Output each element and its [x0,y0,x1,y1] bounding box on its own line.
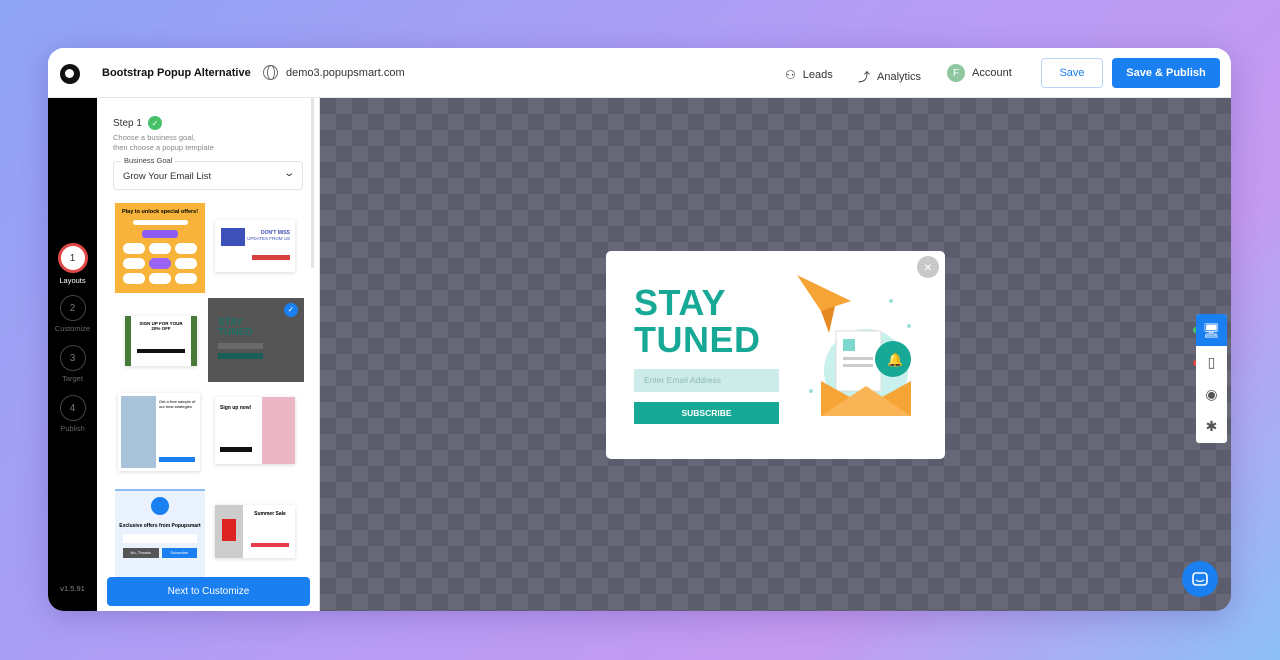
desc-line: then choose a popup template [113,143,214,152]
debug-bug-icon[interactable]: ✱ [1196,410,1227,442]
template-card[interactable]: Get a free sample of our best strategies [118,393,200,471]
step-target[interactable]: 3 Target [48,345,97,383]
scrollbar[interactable] [311,98,314,268]
step-title: Step 1 [113,117,142,129]
device-toolbar: 🖥 ▯ ◉ ✱ [1196,314,1227,443]
chat-icon [1192,572,1208,586]
desc-line: Choose a business goal, [113,133,196,142]
template-subtitle: UPDATES FROM US [247,236,290,241]
template-title: Summer Sale [254,511,286,517]
app-window: Bootstrap Popup Alternative demo3.popups… [48,48,1231,611]
header: Bootstrap Popup Alternative demo3.popups… [48,48,1231,98]
template-card[interactable]: SIGN UP FOR YOUR 20% OFF [125,316,197,366]
template-title: Exclusive offers from Popupsmart [119,523,201,529]
version: v1.5.91 [60,584,85,593]
step-label: Customize [54,324,91,333]
step-number: 1 [57,243,88,273]
check-icon: ✓ [147,116,162,130]
preview-eye-icon[interactable]: ◉ [1196,378,1227,410]
template-title: Get a free sample of our best strategies [159,399,196,409]
headline-line: TUNED [634,319,761,360]
save-button[interactable]: Save [1041,58,1103,88]
popupsmart-logo[interactable] [60,64,80,84]
template-btn: Subscribe [161,548,197,558]
leads-icon: ⚇ [785,68,796,82]
template-card[interactable]: Summer Sale [215,505,295,558]
template-card[interactable]: DON'T MISS UPDATES FROM US [215,220,295,272]
account-link[interactable]: F Account [947,64,1012,82]
step-layouts[interactable]: 1 Layouts [48,243,97,285]
chevron-down-icon: ⌄ [282,168,295,179]
steps-sidebar: 1 Layouts 2 Customize 3 Target 4 Publish v1.… [48,98,97,611]
step-customize[interactable]: 2 Customize [48,295,97,333]
subscribe-button[interactable]: SUBSCRIBE [634,402,779,424]
avatar: F [947,64,965,82]
campaign-title: Bootstrap Popup Alternative [102,67,251,79]
leads-link[interactable]: ⚇ Leads [785,68,833,82]
business-goal-select[interactable]: Business Goal Grow Your Email List ⌄ [113,156,303,190]
popup-headline: STAY TUNED [634,284,761,358]
step-number: 2 [59,295,86,321]
select-label: Business Goal [121,156,176,165]
next-to-customize-button[interactable]: Next to Customize [107,577,310,606]
step-heading: Step 1 ✓ [113,116,162,130]
template-card[interactable]: Exclusive offers from Popupsmart No, Tha… [115,489,205,577]
svg-text:🔔: 🔔 [887,352,903,367]
chat-button[interactable] [1182,561,1218,597]
template-title: Sign up now! [220,405,252,411]
step-label: Layouts [59,276,86,285]
website-domain[interactable]: demo3.popupsmart.com [286,67,405,79]
leads-label: Leads [802,69,833,81]
step-label: Publish [60,424,85,433]
select-value: Grow Your Email List [123,171,212,182]
analytics-label: Analytics [877,70,922,83]
step-description: Choose a business goal, then choose a pop… [113,133,293,153]
step-publish[interactable]: 4 Publish [48,395,97,433]
headline-line: STAY [634,282,727,323]
layouts-panel: Step 1 ✓ Choose a business goal, then choo… [97,98,320,611]
desktop-icon[interactable]: 🖥 [1196,314,1227,346]
preview-canvas: STAY TUNED Enter Email Address SUBSCRIBE … [320,98,1231,611]
step-number: 3 [59,345,86,371]
template-title: Play to unlock special offers! [121,209,199,215]
step-number: 4 [59,395,86,421]
save-publish-button[interactable]: Save & Publish [1112,58,1220,88]
selected-check-icon: ✓ [284,303,298,317]
account-label: Account [972,67,1012,79]
template-card[interactable]: Play to unlock special offers! [115,203,205,293]
template-title: SIGN UP FOR YOUR 20% OFF [139,321,183,331]
template-title: STAY TUNED [218,317,253,338]
mobile-icon[interactable]: ▯ [1196,346,1227,378]
template-card[interactable]: Sign up now! [215,397,295,464]
email-input[interactable]: Enter Email Address [634,369,779,392]
envelope-illustration: 🔔 [797,275,911,416]
template-card-selected[interactable]: STAY TUNED ✓ [208,298,304,382]
popup-preview: STAY TUNED Enter Email Address SUBSCRIBE … [606,251,945,459]
analytics-icon: ⤴ [858,70,871,84]
analytics-link[interactable]: ⤴ Analytics [858,68,921,85]
template-btn: No, Thanks [123,548,159,558]
globe-icon [263,65,278,80]
step-label: Target [62,374,83,383]
